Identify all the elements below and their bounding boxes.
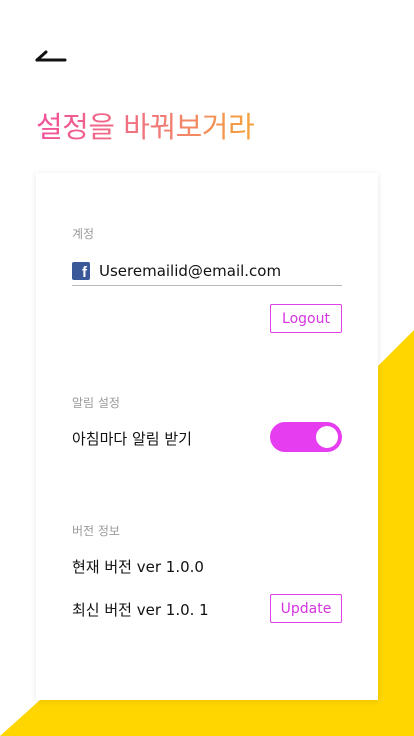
account-email-field: f Useremailid@email.com <box>72 257 342 286</box>
account-section-label: 계정 <box>72 227 95 241</box>
morning-notification-label: 아침마다 알림 받기 <box>72 430 192 448</box>
logout-button[interactable]: Logout <box>270 304 342 333</box>
toggle-knob <box>316 426 338 448</box>
page-title: 설정을 바꿔보거라 <box>36 104 255 146</box>
facebook-icon: f <box>72 262 90 280</box>
back-button[interactable] <box>34 46 68 66</box>
latest-version-text: 최신 버전 ver 1.0. 1 <box>72 601 209 619</box>
current-version-text: 현재 버전 ver 1.0.0 <box>72 558 204 576</box>
back-arrow-icon <box>35 50 67 62</box>
account-email: Useremailid@email.com <box>99 262 282 280</box>
settings-card: 계정 f Useremailid@email.com Logout 알림 설정 … <box>36 173 378 700</box>
update-button[interactable]: Update <box>270 594 342 623</box>
morning-notification-toggle[interactable] <box>270 422 342 452</box>
version-section-label: 버전 정보 <box>72 524 120 538</box>
notification-section-label: 알림 설정 <box>72 396 120 410</box>
